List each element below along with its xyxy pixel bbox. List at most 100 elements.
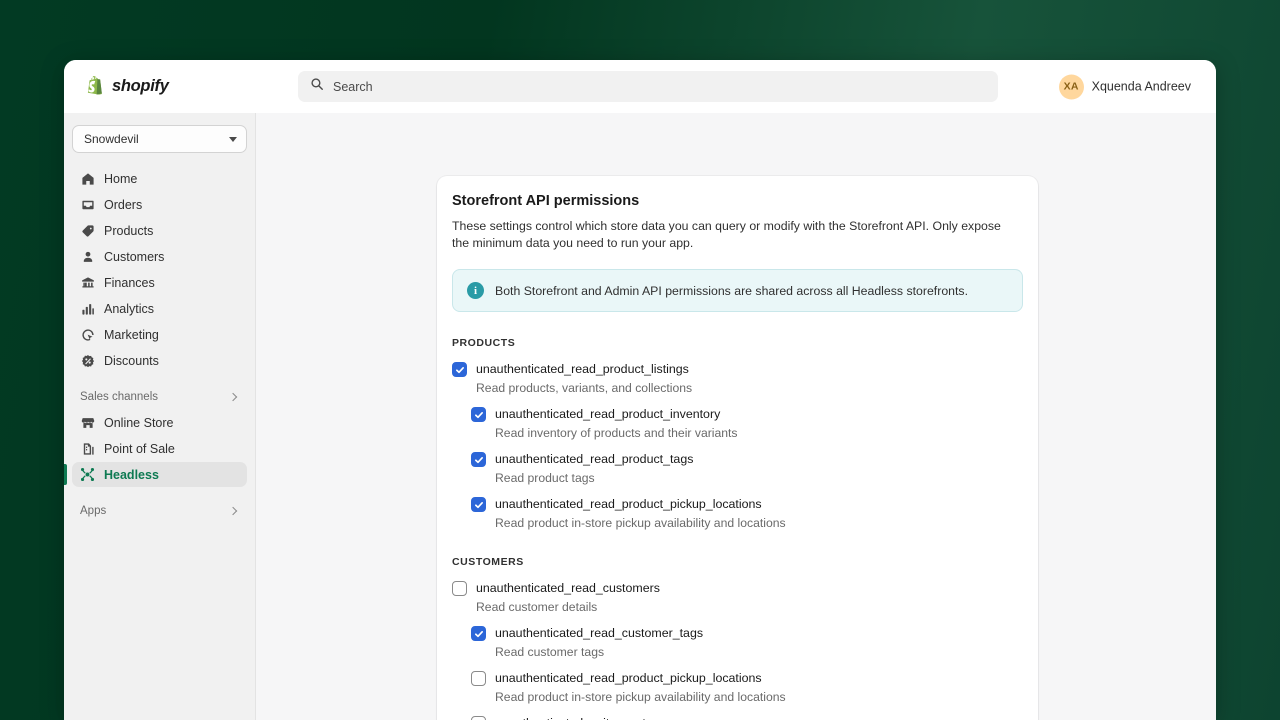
- permission-checkbox[interactable]: [452, 581, 467, 597]
- permission-item: unauthenticated_write_customersModify cu…: [471, 716, 1023, 720]
- top-bar: shopify Search XA Xquenda Andreev: [64, 60, 1216, 113]
- finances-icon: [80, 275, 95, 290]
- sidebar-item-marketing[interactable]: Marketing: [72, 322, 247, 347]
- permission-checkbox[interactable]: [471, 626, 486, 642]
- permission-item: unauthenticated_read_product_tags Read pr…: [471, 452, 1023, 486]
- permission-label: unauthenticated_read_customer_tags: [495, 626, 704, 641]
- permission-item: unauthenticated_read_product_pickup_loca…: [471, 671, 1023, 705]
- permission-label: unauthenticated_read_product_inventory: [495, 407, 721, 422]
- chevron-right-icon: [228, 392, 238, 402]
- permission-toggle-row[interactable]: unauthenticated_write_customers: [471, 716, 1023, 720]
- sidebar-item-label: Orders: [104, 197, 143, 212]
- chevron-right-icon: [228, 506, 238, 516]
- permission-toggle-row[interactable]: unauthenticated_read_customers: [452, 581, 1023, 597]
- permission-item: unauthenticated_read_customer_tags Read c…: [471, 626, 1023, 660]
- permission-toggle-row[interactable]: unauthenticated_read_product_listings: [452, 362, 1023, 378]
- discounts-icon: [80, 353, 95, 368]
- permission-checkbox[interactable]: [471, 671, 486, 687]
- permission-item: unauthenticated_read_product_listings Rea…: [452, 362, 1023, 396]
- pos-icon: [80, 441, 95, 456]
- permission-toggle-row[interactable]: unauthenticated_read_product_inventory: [471, 407, 1023, 423]
- sidebar-item-finances[interactable]: Finances: [72, 270, 247, 295]
- sidebar-section-apps[interactable]: Apps: [72, 498, 247, 524]
- permission-toggle-row[interactable]: unauthenticated_read_product_tags: [471, 452, 1023, 468]
- user-name: Xquenda Andreev: [1091, 79, 1191, 94]
- marketing-icon: [80, 327, 95, 342]
- info-icon: i: [467, 282, 484, 300]
- search-placeholder: Search: [333, 79, 373, 94]
- permission-description: Read product in-store pickup availabilit…: [495, 516, 786, 531]
- sidebar-item-label: Customers: [104, 249, 165, 264]
- sidebar-item-label: Online Store: [104, 415, 174, 430]
- sidebar-section-label: Sales channels: [80, 391, 158, 403]
- permission-description: Read inventory of products and their var…: [495, 426, 738, 441]
- permission-description: Read customer tags: [495, 645, 605, 660]
- sidebar-item-label: Analytics: [104, 301, 155, 316]
- sidebar-item-analytics[interactable]: Analytics: [72, 296, 247, 321]
- products-icon: [80, 223, 95, 238]
- permission-label: unauthenticated_read_customers: [476, 581, 660, 596]
- section-heading: PRODUCTS: [452, 337, 516, 350]
- permission-label: unauthenticated_read_product_listings: [476, 362, 689, 377]
- sidebar-item-label: Discounts: [104, 353, 159, 368]
- orders-icon: [80, 197, 95, 212]
- store-selector[interactable]: Snowdevil: [72, 125, 247, 153]
- user-menu[interactable]: XA Xquenda Andreev: [1056, 71, 1198, 102]
- sidebar: Snowdevil Home Orders Products Customers…: [64, 113, 256, 720]
- info-banner-text: Both Storefront and Admin API permission…: [495, 283, 968, 298]
- customers-icon: [80, 249, 95, 264]
- permission-description: Read product in-store pickup availabilit…: [495, 690, 786, 705]
- store-selector-label: Snowdevil: [84, 132, 139, 146]
- sidebar-item-products[interactable]: Products: [72, 218, 247, 243]
- search-input[interactable]: Search: [298, 71, 998, 102]
- permission-description: Read product tags: [495, 471, 595, 486]
- permission-checkbox[interactable]: [452, 362, 467, 378]
- analytics-icon: [80, 301, 95, 316]
- sidebar-item-point-of-sale[interactable]: Point of Sale: [72, 436, 247, 461]
- sidebar-section-label: Apps: [80, 505, 107, 517]
- permission-checkbox[interactable]: [471, 716, 486, 720]
- permission-label: unauthenticated_read_product_pickup_loca…: [495, 671, 762, 686]
- sidebar-item-headless[interactable]: Headless: [64, 462, 247, 487]
- storefront-api-permissions-card: Storefront API permissions These setting…: [437, 176, 1038, 720]
- permission-item: unauthenticated_read_product_pickup_loca…: [471, 497, 1023, 531]
- permission-description: Read products, variants, and collections: [476, 381, 693, 396]
- section-heading: CUSTOMERS: [452, 556, 524, 569]
- sidebar-item-label: Finances: [104, 275, 155, 290]
- sidebar-item-orders[interactable]: Orders: [72, 192, 247, 217]
- shopify-wordmark: shopify: [112, 77, 169, 95]
- permission-description: Read customer details: [476, 600, 598, 615]
- chevron-down-icon: [229, 136, 237, 142]
- permission-sections: PRODUCTS unauthenticated_read_product_lis…: [452, 337, 1023, 720]
- headless-icon: [80, 467, 95, 482]
- main-content: Storefront API permissions These setting…: [256, 113, 1216, 720]
- home-icon: [80, 171, 95, 186]
- page-title: Storefront API permissions: [452, 193, 640, 209]
- permission-checkbox[interactable]: [471, 497, 486, 513]
- permission-checkbox[interactable]: [471, 407, 486, 423]
- permission-toggle-row[interactable]: unauthenticated_read_product_pickup_loca…: [471, 671, 1023, 687]
- page-description: These settings control which store data …: [452, 219, 1001, 250]
- permission-item: unauthenticated_read_customers Read custo…: [452, 581, 1023, 615]
- permission-toggle-row[interactable]: unauthenticated_read_product_pickup_loca…: [471, 497, 1023, 513]
- permission-toggle-row[interactable]: unauthenticated_read_customer_tags: [471, 626, 1023, 642]
- sidebar-item-customers[interactable]: Customers: [72, 244, 247, 269]
- sidebar-item-discounts[interactable]: Discounts: [72, 348, 247, 373]
- sidebar-item-label: Point of Sale: [104, 441, 175, 456]
- permission-item: unauthenticated_read_product_inventory Re…: [471, 407, 1023, 441]
- shopify-logo[interactable]: shopify: [78, 76, 256, 97]
- shopify-bag-icon: [86, 76, 105, 97]
- sidebar-item-home[interactable]: Home: [72, 166, 247, 191]
- app-window: shopify Search XA Xquenda Andreev Snowde…: [64, 60, 1216, 720]
- body: Snowdevil Home Orders Products Customers…: [64, 113, 1216, 720]
- sidebar-section-sales-channels[interactable]: Sales channels: [72, 384, 247, 410]
- sidebar-item-label: Marketing: [104, 327, 159, 342]
- sidebar-item-label: Home: [104, 171, 138, 186]
- avatar: XA: [1058, 74, 1084, 99]
- info-banner: i Both Storefront and Admin API permissi…: [452, 269, 1023, 313]
- search-icon: [310, 77, 324, 96]
- sidebar-item-label: Headless: [104, 467, 159, 482]
- sidebar-item-online-store[interactable]: Online Store: [72, 410, 247, 435]
- permission-label: unauthenticated_write_customers: [495, 716, 680, 720]
- permission-checkbox[interactable]: [471, 452, 486, 468]
